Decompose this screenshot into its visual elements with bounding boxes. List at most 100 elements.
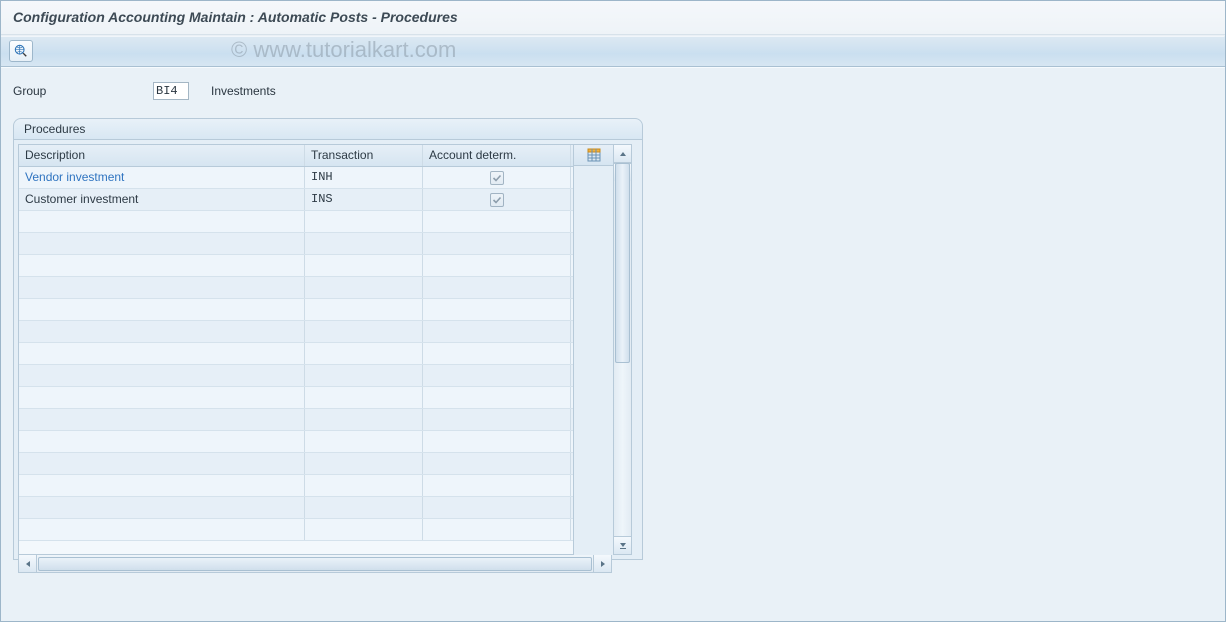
table-row <box>19 519 573 541</box>
cell-transaction <box>305 321 423 342</box>
cell-description <box>19 211 305 232</box>
table-row <box>19 343 573 365</box>
cell-transaction <box>305 519 423 540</box>
table-row <box>19 409 573 431</box>
chevron-left-icon <box>24 560 32 568</box>
cell-account-determ <box>423 167 571 188</box>
table-row <box>19 431 573 453</box>
cell-account-determ <box>423 233 571 254</box>
table-row <box>19 453 573 475</box>
cell-description <box>19 475 305 496</box>
window-title: Configuration Accounting Maintain : Auto… <box>13 9 458 25</box>
content-area: Group Investments Procedures Description… <box>1 67 1225 621</box>
table-row <box>19 475 573 497</box>
cell-transaction <box>305 277 423 298</box>
group-field-label: Group <box>13 84 153 98</box>
table-row <box>19 321 573 343</box>
cell-account-determ <box>423 277 571 298</box>
cell-account-determ <box>423 387 571 408</box>
cell-description[interactable]: Vendor investment <box>19 167 305 188</box>
cell-description <box>19 387 305 408</box>
scroll-end-button[interactable] <box>614 536 631 554</box>
cell-transaction <box>305 255 423 276</box>
cell-transaction <box>305 431 423 452</box>
table-row[interactable]: Customer investmentINS <box>19 189 573 211</box>
horizontal-scrollbar[interactable] <box>18 555 612 573</box>
cell-description <box>19 277 305 298</box>
vertical-scroll-thumb[interactable] <box>615 163 630 363</box>
table-row <box>19 387 573 409</box>
scroll-left-button[interactable] <box>19 555 37 572</box>
cell-transaction <box>305 211 423 232</box>
cell-description <box>19 409 305 430</box>
cell-account-determ <box>423 475 571 496</box>
col-header-account-determ[interactable]: Account determ. <box>423 145 571 166</box>
chevron-down-end-icon <box>619 542 627 550</box>
cell-transaction <box>305 387 423 408</box>
cell-description <box>19 233 305 254</box>
table-row <box>19 211 573 233</box>
scroll-up-button[interactable] <box>614 145 631 163</box>
globe-search-icon <box>14 44 28 58</box>
table-row <box>19 365 573 387</box>
window-titlebar: Configuration Accounting Maintain : Auto… <box>1 1 1225 35</box>
col-header-description[interactable]: Description <box>19 145 305 166</box>
cell-account-determ <box>423 453 571 474</box>
cell-account-determ <box>423 299 571 320</box>
table-row <box>19 277 573 299</box>
table-row <box>19 497 573 519</box>
group-field-input[interactable] <box>153 82 189 100</box>
cell-account-determ <box>423 365 571 386</box>
cell-transaction <box>305 365 423 386</box>
sap-window: Configuration Accounting Maintain : Auto… <box>0 0 1226 622</box>
overview-button[interactable] <box>9 40 33 62</box>
account-determ-checkbox <box>490 193 504 207</box>
procedures-table-body: Vendor investmentINHCustomer investmentI… <box>19 167 573 554</box>
procedures-table-header: Description Transaction Account determ. <box>19 145 573 167</box>
horizontal-scroll-thumb[interactable] <box>38 557 592 571</box>
cell-description <box>19 343 305 364</box>
cell-transaction <box>305 497 423 518</box>
table-corner-spacer <box>574 166 614 555</box>
cell-account-determ <box>423 211 571 232</box>
cell-account-determ <box>423 431 571 452</box>
cell-account-determ <box>423 519 571 540</box>
cell-account-determ <box>423 343 571 364</box>
cell-transaction: INH <box>305 167 423 188</box>
chevron-up-icon <box>619 150 627 158</box>
chevron-right-icon <box>599 560 607 568</box>
procedures-groupbox-body: Description Transaction Account determ. … <box>13 140 643 560</box>
cell-transaction: INS <box>305 189 423 210</box>
cell-transaction <box>305 453 423 474</box>
group-field-description: Investments <box>211 84 276 98</box>
table-config-icon <box>587 148 601 162</box>
cell-account-determ <box>423 409 571 430</box>
titlebar-separator <box>1 35 1225 37</box>
table-row <box>19 255 573 277</box>
cell-description <box>19 497 305 518</box>
account-determ-checkbox <box>490 171 504 185</box>
cell-description[interactable]: Customer investment <box>19 189 305 210</box>
cell-account-determ <box>423 321 571 342</box>
cell-description <box>19 321 305 342</box>
cell-description <box>19 519 305 540</box>
cell-transaction <box>305 343 423 364</box>
procedures-groupbox-title: Procedures <box>13 118 643 140</box>
cell-description <box>19 453 305 474</box>
table-row[interactable]: Vendor investmentINH <box>19 167 573 189</box>
cell-transaction <box>305 233 423 254</box>
table-row <box>19 233 573 255</box>
procedures-table: Description Transaction Account determ. … <box>18 144 574 555</box>
cell-description <box>19 255 305 276</box>
cell-transaction <box>305 475 423 496</box>
cell-account-determ <box>423 189 571 210</box>
group-field-row: Group Investments <box>13 82 1213 100</box>
app-toolbar <box>1 35 1225 67</box>
table-corner-column <box>574 144 614 555</box>
scroll-right-button[interactable] <box>593 555 611 572</box>
table-config-button[interactable] <box>574 144 614 166</box>
vertical-scrollbar[interactable] <box>614 144 632 555</box>
col-header-transaction[interactable]: Transaction <box>305 145 423 166</box>
table-row <box>19 299 573 321</box>
cell-transaction <box>305 299 423 320</box>
